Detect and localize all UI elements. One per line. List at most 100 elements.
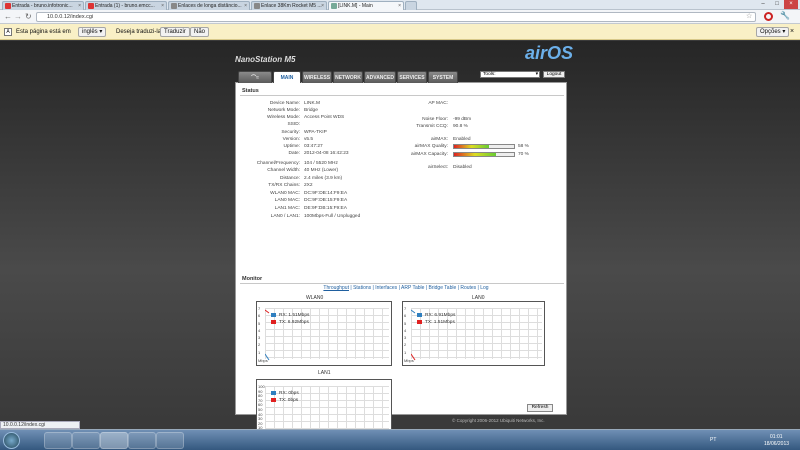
chevron-down-icon: ▾ <box>535 72 538 77</box>
tab-label: Enlace 38Km Rocket M5 ... <box>261 3 322 9</box>
status-heading: Status <box>242 88 259 94</box>
browser-tab[interactable]: Enlaces de longa distâncio... × <box>168 1 250 10</box>
status-label: Channel/Frequency: <box>256 161 300 166</box>
monitor-link-interfaces[interactable]: Interfaces <box>375 285 397 291</box>
airmax-quality-fill <box>454 145 489 148</box>
y-tick-label: 2 <box>258 342 261 348</box>
y-tick-label: 60 <box>258 402 263 408</box>
language-value: inglês <box>82 29 98 35</box>
y-tick-label: 70 <box>258 397 263 403</box>
y-tick-label: 1 <box>258 349 261 355</box>
new-tab-button[interactable] <box>405 1 417 10</box>
translate-button[interactable]: Traduzir <box>160 27 190 37</box>
rx-line <box>411 309 416 314</box>
status-label: airSelect: <box>428 165 448 170</box>
tab-services[interactable]: SERVICES <box>397 71 427 83</box>
close-translate-icon[interactable]: × <box>790 24 794 40</box>
back-icon[interactable]: ← <box>4 12 12 21</box>
y-tick-label: 50 <box>258 407 263 412</box>
status-label: AP MAC: <box>428 101 448 106</box>
close-icon[interactable]: × <box>161 2 164 10</box>
y-tick-label: 2 <box>404 342 407 348</box>
airmax-capacity-bar <box>453 152 515 157</box>
window-close-icon[interactable]: × <box>784 0 798 9</box>
status-label: airMAX Capacity: <box>410 152 448 157</box>
close-icon[interactable]: × <box>78 2 81 10</box>
clock-time[interactable]: 01:01 <box>770 434 783 440</box>
tab-ubnt-logo[interactable]: ⌒≈ <box>238 71 272 83</box>
tab-label: Entrada (1) - bruno.emcc... <box>95 3 155 9</box>
chart-lan0: RX: 6.91Mbps TX: 1.51Mbps Mbps 1234567 <box>402 301 545 366</box>
status-label: airMAX: <box>430 137 448 142</box>
tab-wireless[interactable]: WIRELESS <box>302 71 332 83</box>
status-label: airMAX Quality: <box>414 144 448 149</box>
divider <box>240 283 564 284</box>
clock-date[interactable]: 18/06/2013 <box>764 441 789 447</box>
y-tick-label: 6 <box>258 313 261 319</box>
refresh-button[interactable]: Refresh <box>527 404 553 412</box>
tab-advanced[interactable]: ADVANCED <box>364 71 396 83</box>
forward-icon[interactable]: → <box>14 12 22 21</box>
start-button[interactable] <box>3 432 20 449</box>
maximize-icon[interactable]: □ <box>770 0 784 9</box>
firefox-icon[interactable] <box>128 432 156 449</box>
explorer-icon[interactable] <box>44 432 72 449</box>
media-icon[interactable] <box>72 432 100 449</box>
status-label: Date: <box>288 151 300 156</box>
translate-icon: A <box>4 28 12 36</box>
tab-network[interactable]: NETWORK <box>333 71 363 83</box>
status-label: LAN0 / LAN1: <box>270 214 300 219</box>
translate-bar: A Esta página está em inglês ▾ Deseja tr… <box>0 24 800 40</box>
y-tick-label: 4 <box>258 327 261 333</box>
main-panel: ⌒≈ MAIN WIRELESS NETWORK ADVANCED SERVIC… <box>235 71 567 439</box>
monitor-link-stations[interactable]: Stations <box>353 285 371 291</box>
tab-label: Enlaces de longa distâncio... <box>178 3 242 9</box>
chart-legend: RX: 0bps TX: 0bps <box>271 390 299 404</box>
browser-tab[interactable]: Entrada - bruno.infotronic... × <box>2 1 84 10</box>
monitor-link-bridge-table[interactable]: Bridge Table <box>429 285 457 291</box>
tx-value: TX: 0bps <box>279 398 299 403</box>
browser-tab[interactable]: Enlace 38Km Rocket M5 ... × <box>251 1 327 10</box>
translate-question: Deseja traduzi-la? <box>116 29 165 35</box>
gmail-icon <box>5 3 11 9</box>
monitor-link-throughput[interactable]: Throughput <box>323 285 349 291</box>
y-tick-label: 3 <box>404 335 407 341</box>
chrome-icon[interactable] <box>100 432 128 449</box>
star-icon[interactable]: ☆ <box>746 12 752 20</box>
language-indicator[interactable]: PT <box>710 437 716 443</box>
browser-tab-active[interactable]: [LINK.M] - Main × <box>328 1 404 10</box>
close-icon[interactable]: × <box>321 2 324 10</box>
tools-select[interactable]: Tools: ▾ <box>480 71 540 78</box>
y-tick-label: 40 <box>258 411 263 417</box>
status-value: 40 MHz (Lower) <box>304 168 339 173</box>
rx-swatch <box>271 390 276 395</box>
monitor-heading: Monitor <box>242 276 263 282</box>
close-icon[interactable]: × <box>398 2 401 10</box>
url-text: 10.0.0.12/index.cgi <box>47 14 94 20</box>
gmail-icon <box>88 3 94 9</box>
url-input[interactable]: 10.0.0.12/index.cgi <box>36 12 756 22</box>
browser-tab[interactable]: Entrada (1) - bruno.emcc... × <box>85 1 167 10</box>
y-tick-label: 20 <box>258 420 263 426</box>
app-icon[interactable] <box>156 432 184 449</box>
page-icon <box>171 3 177 9</box>
language-select[interactable]: inglês ▾ <box>78 27 107 37</box>
tab-system[interactable]: SYSTEM <box>428 71 458 83</box>
wrench-icon[interactable]: 🔧 <box>780 11 790 20</box>
reload-icon[interactable]: ↻ <box>25 12 32 21</box>
monitor-link-arp-table[interactable]: ARP Table <box>401 285 424 291</box>
logout-button[interactable]: Logout <box>543 71 565 78</box>
divider <box>240 95 564 96</box>
no-translate-button[interactable]: Não <box>190 27 210 37</box>
monitor-link-routes[interactable]: Routes <box>460 285 476 291</box>
status-label: Wireless Mode: <box>266 115 300 120</box>
block-icon[interactable] <box>764 12 773 21</box>
tab-main[interactable]: MAIN <box>273 71 301 83</box>
tx-swatch <box>271 397 276 402</box>
minimize-icon[interactable]: – <box>756 0 770 9</box>
status-value: WPA-TKIP <box>304 130 327 135</box>
close-icon[interactable]: × <box>244 2 247 10</box>
monitor-link-log[interactable]: Log <box>480 285 488 291</box>
options-button[interactable]: Opções ▾ <box>756 27 790 37</box>
status-value: LINK.M <box>304 101 320 106</box>
